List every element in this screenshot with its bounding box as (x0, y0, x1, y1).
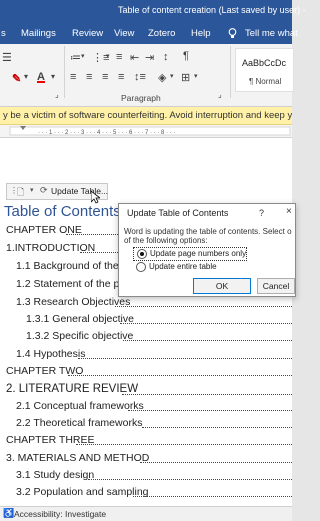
lightbulb-icon[interactable] (228, 28, 237, 42)
menu-item-prev[interactable]: s (1, 28, 6, 39)
ruler: · · · 1 · · · 2 · · · 3 · · · 4 · · · 5 … (0, 125, 292, 138)
toc-entry[interactable]: 1.3 Research Objectives (16, 296, 130, 308)
sort-icon[interactable]: ↕ (163, 51, 169, 63)
align-right-icon[interactable]: ≡ (102, 71, 108, 83)
menu-item-help[interactable]: Help (191, 28, 211, 39)
highlight-icon[interactable]: ✎ (12, 72, 21, 85)
toc-entry[interactable]: 1.4 Hypothesis (16, 348, 85, 360)
accessibility-status[interactable]: Accessibility: Investigate (14, 509, 106, 519)
borders-icon[interactable]: ⊞ (181, 71, 190, 84)
chevron-down-icon[interactable]: ▾ (81, 52, 85, 60)
menu-bar: s Mailings Review View Zotero Help Tell … (0, 22, 298, 44)
accessibility-icon[interactable]: ♿ (3, 508, 14, 519)
tell-me-box[interactable]: Tell me what (245, 28, 298, 39)
close-icon[interactable]: × (286, 206, 292, 217)
style-preview: AaBbCcDc (242, 58, 287, 68)
radio-selected[interactable] (137, 249, 147, 259)
menu-item-zotero[interactable]: Zotero (148, 28, 175, 39)
align-center-icon[interactable]: ≡ (86, 71, 92, 83)
menu-item-mailings[interactable]: Mailings (21, 28, 56, 39)
toc-entry[interactable]: 2. LITERATURE REVIEW (6, 383, 138, 395)
counterfeit-warning-bar: y be a victim of software counterfeiting… (0, 107, 292, 125)
justify-icon[interactable]: ≡ (118, 71, 124, 83)
shading-icon[interactable]: ◈ (158, 71, 166, 84)
line-spacing-icon[interactable]: ↕≡ (134, 71, 146, 83)
bullets-icon[interactable]: ≔ (70, 51, 81, 64)
menu-item-view[interactable]: View (114, 28, 134, 39)
toc-entry[interactable]: 3.1 Study design (16, 469, 94, 481)
paragraph-group-label: Paragraph (121, 93, 161, 103)
dialog-message-line2: of the following options: (124, 236, 208, 245)
style-gallery-item[interactable]: AaBbCcDc ¶ Normal (235, 48, 294, 92)
help-button[interactable]: ? (259, 208, 264, 218)
window-title: Table of content creation (Last saved by… (118, 5, 306, 15)
option-entire-table-label: Update entire table (149, 262, 217, 271)
ok-button[interactable]: OK (193, 278, 251, 294)
multilevel-list-icon[interactable]: ≡ (116, 51, 122, 63)
chevron-down-icon[interactable]: ▾ (106, 52, 110, 60)
refresh-icon[interactable]: ⟳ (40, 185, 48, 196)
dialog-message-line1: Word is updating the table of contents. … (124, 227, 292, 236)
option-entire-table[interactable]: Update entire table (133, 261, 245, 273)
dialog-launcher-icon[interactable]: ⌟ (218, 90, 222, 99)
font-color-icon[interactable]: A (37, 71, 45, 83)
show-marks-icon[interactable]: ¶ (183, 50, 189, 62)
chevron-down-icon[interactable]: ▾ (194, 72, 198, 80)
chevron-down-icon[interactable]: ▾ (24, 72, 28, 81)
toc-entry[interactable]: 3. MATERIALS AND METHOD (6, 452, 149, 464)
toc-entry[interactable]: 2.2 Theoretical frameworks (16, 417, 142, 429)
toc-heading: Table of Contents (4, 203, 121, 220)
option-page-numbers[interactable]: Update page numbers only (133, 247, 247, 261)
cancel-button[interactable]: Cancel (257, 278, 295, 294)
title-bar: Table of content creation (Last saved by… (0, 0, 306, 22)
status-bar: ♿ Accessibility: Investigate (0, 506, 292, 521)
style-name: ¶ Normal (249, 77, 282, 86)
list-icon[interactable]: ☰ (2, 51, 12, 64)
toc-entry[interactable]: 1.2 Statement of the prob (16, 278, 135, 290)
toc-entry[interactable]: 1.3.2 Specific objective (26, 330, 133, 342)
toc-entry[interactable]: 1.3.1 General objective (26, 313, 134, 325)
menu-item-review[interactable]: Review (72, 28, 103, 39)
toc-entry[interactable]: 3.2 Population and sampling (16, 486, 149, 498)
document-page[interactable]: ⋮ 🗋 ▾ ⟳ Update Table... Table of Content… (0, 138, 292, 506)
update-toc-dialog: Update Table of Contents ? × Word is upd… (118, 203, 296, 297)
toc-entry[interactable]: 2.1 Conceptual frameworks (16, 400, 144, 412)
chevron-down-icon[interactable]: ▾ (30, 186, 34, 194)
document-icon[interactable]: 🗋 (17, 185, 24, 201)
warning-text: y be a victim of software counterfeiting… (3, 110, 292, 121)
radio-unselected[interactable] (136, 262, 146, 272)
increase-indent-icon[interactable]: ⇥ (145, 51, 154, 64)
dialog-launcher-icon[interactable]: ⌟ (55, 90, 59, 99)
chevron-down-icon[interactable]: ▾ (51, 72, 55, 81)
decrease-indent-icon[interactable]: ⇤ (130, 51, 139, 64)
ribbon: ☰ ✎ ▾ A ▾ ⌟ ≔ ▾ ⋮≡ ▾ ≡ ⇤ ⇥ ↕ ¶ ≡ ≡ ≡ ≡ ↕… (0, 44, 294, 107)
svg-text:· · · 1 · · · 2 · ·: · · · 1 · · · 2 · · · 3 · · · 4 · · · 5 … (38, 130, 175, 136)
align-left-icon[interactable]: ≡ (70, 71, 76, 83)
chevron-down-icon[interactable]: ▾ (170, 72, 174, 80)
dialog-title: Update Table of Contents (127, 208, 229, 218)
option-page-numbers-label: Update page numbers only (150, 249, 247, 258)
